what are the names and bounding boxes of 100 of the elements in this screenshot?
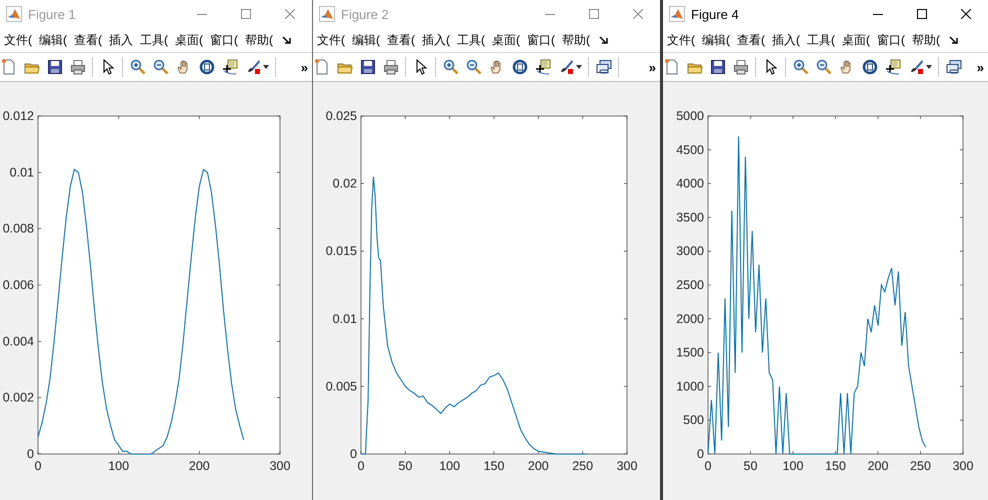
save-button[interactable] xyxy=(46,58,63,76)
zoom-out-button[interactable] xyxy=(815,58,832,76)
tick-label: 0.004 xyxy=(2,334,34,348)
menu-item[interactable]: 桌面( xyxy=(842,32,870,48)
matlab-logo-icon xyxy=(669,6,685,22)
menu-item[interactable]: 插入 xyxy=(109,32,133,48)
tick-label: 3000 xyxy=(676,244,704,258)
menu-item[interactable]: 编辑( xyxy=(352,32,380,48)
linked-windows-button[interactable] xyxy=(945,58,962,76)
zoom-out-button[interactable] xyxy=(152,58,169,76)
menu-item[interactable]: 文件( xyxy=(317,32,345,48)
tick-label: 50 xyxy=(398,459,412,473)
printer-button[interactable] xyxy=(732,58,749,76)
menu-item[interactable]: 工具( xyxy=(807,32,835,48)
maximize-icon xyxy=(589,9,599,19)
tick-label: 0 xyxy=(350,447,357,461)
tick-label: 1500 xyxy=(676,346,704,360)
toolbar-overflow-button[interactable]: » xyxy=(300,60,308,74)
menu-item[interactable]: 窗口( xyxy=(527,32,555,48)
printer-icon xyxy=(732,59,748,75)
linked-windows-icon xyxy=(946,59,962,75)
save-button[interactable] xyxy=(359,58,376,76)
menu-item[interactable]: 帮助( xyxy=(912,32,940,48)
caret-icon xyxy=(263,65,269,69)
rotate-button[interactable] xyxy=(511,58,528,76)
menu-item[interactable]: 帮助( xyxy=(562,32,590,48)
maximize-icon xyxy=(917,9,927,19)
tick-label: 2000 xyxy=(676,312,704,326)
maximize-icon xyxy=(241,9,251,19)
data-cursor-button[interactable] xyxy=(221,58,238,76)
rotate-button[interactable] xyxy=(198,58,215,76)
tick-label: 0.006 xyxy=(2,278,34,292)
tick-label: 5000 xyxy=(676,109,704,123)
tick-label: 2500 xyxy=(676,278,704,292)
new-file-button[interactable] xyxy=(313,58,330,76)
tick-label: 100 xyxy=(108,459,130,473)
tick-label: 0.02 xyxy=(332,176,357,191)
save-icon xyxy=(710,59,726,75)
printer-button[interactable] xyxy=(382,58,399,76)
save-button[interactable] xyxy=(709,58,726,76)
zoom-in-icon xyxy=(792,59,808,75)
menu-overflow-icon xyxy=(282,35,292,45)
menu-item[interactable]: 工具( xyxy=(140,32,168,48)
caret-icon xyxy=(926,65,932,69)
tick-label: 0.01 xyxy=(332,312,357,326)
tick-label: 150 xyxy=(484,459,504,473)
menu-item[interactable]: 窗口( xyxy=(877,32,905,48)
tick-label: 250 xyxy=(572,459,594,473)
caret-icon xyxy=(576,65,582,69)
matlab-logo-icon xyxy=(6,6,22,22)
tick-label: 4500 xyxy=(676,142,704,157)
printer-icon xyxy=(382,59,398,75)
menu-item[interactable]: 查看( xyxy=(387,32,415,48)
tick-label: 100 xyxy=(782,459,804,473)
toolbar-overflow-button[interactable]: » xyxy=(976,60,984,74)
zoom-in-button[interactable] xyxy=(442,58,459,76)
menu-item[interactable]: 编辑( xyxy=(39,32,67,48)
menu-item[interactable]: 查看( xyxy=(74,32,102,48)
toolbar-overflow-button[interactable]: » xyxy=(648,60,656,74)
zoom-in-icon xyxy=(442,59,458,75)
zoom-out-button[interactable] xyxy=(465,58,482,76)
menu-item[interactable]: 查看( xyxy=(737,32,765,48)
tick-label: 100 xyxy=(439,459,460,473)
menu-item[interactable]: 工具( xyxy=(457,32,485,48)
tick-label: 50 xyxy=(744,459,758,473)
tick-label: 300 xyxy=(270,459,290,473)
zoom-in-button[interactable] xyxy=(792,58,809,76)
tick-label: 300 xyxy=(616,459,638,473)
tick-label: 200 xyxy=(528,459,549,473)
new-file-button[interactable] xyxy=(663,58,680,76)
tick-label: 200 xyxy=(868,459,888,473)
tick-label: 0.015 xyxy=(326,244,357,258)
menu-item[interactable]: 桌面( xyxy=(175,32,203,48)
rotate-icon xyxy=(862,59,878,75)
tick-label: 0.01 xyxy=(10,165,34,180)
rotate-button[interactable] xyxy=(861,58,878,76)
printer-icon xyxy=(70,59,86,75)
menu-item[interactable]: 插入( xyxy=(422,32,450,48)
data-cursor-button[interactable] xyxy=(884,58,901,76)
menu-item[interactable]: 帮助( xyxy=(245,32,273,48)
printer-button[interactable] xyxy=(69,58,86,76)
tick-label: 0 xyxy=(27,447,34,461)
linked-windows-button[interactable] xyxy=(595,58,612,76)
tick-label: 0 xyxy=(697,447,704,461)
tick-label: 4000 xyxy=(676,176,704,191)
tick-label: 0.002 xyxy=(2,390,34,405)
menu-item[interactable]: 插入( xyxy=(772,32,800,48)
new-file-button[interactable] xyxy=(0,58,17,76)
menu-item[interactable]: 文件( xyxy=(667,32,695,48)
tick-label: 0.008 xyxy=(2,222,34,236)
tick-label: 250 xyxy=(910,459,931,473)
save-icon xyxy=(46,59,62,75)
menu-item[interactable]: 窗口( xyxy=(210,32,238,48)
zoom-in-button[interactable] xyxy=(129,58,146,76)
menu-overflow-icon xyxy=(949,35,959,45)
data-cursor-button[interactable] xyxy=(534,58,551,76)
tick-label: 150 xyxy=(825,459,846,473)
menu-item[interactable]: 桌面( xyxy=(492,32,520,48)
menu-item[interactable]: 编辑( xyxy=(702,32,730,48)
menu-item[interactable]: 文件( xyxy=(4,32,32,48)
